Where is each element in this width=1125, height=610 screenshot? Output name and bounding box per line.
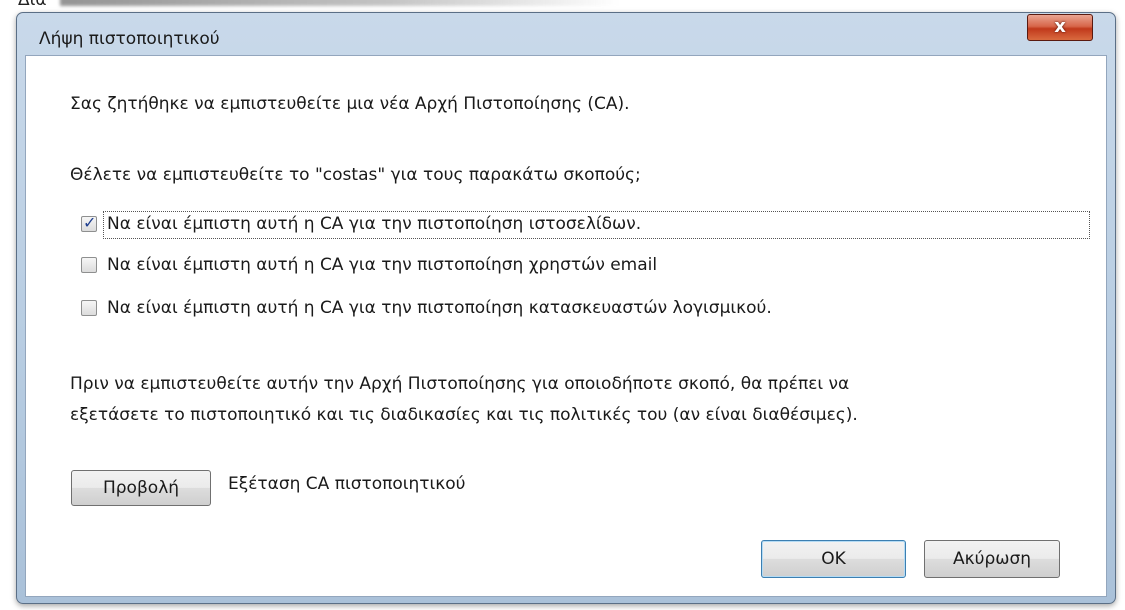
warning-line-1: Πριν να εμπιστευθείτε αυτήν την Αρχή Πισ… bbox=[70, 374, 850, 394]
checkmark-icon: ✓ bbox=[83, 213, 97, 232]
option-label: Να είναι έμπιστη αυτή η CA για την πιστο… bbox=[107, 255, 658, 275]
intro-text: Σας ζητήθηκε να εμπιστευθείτε μια νέα Αρ… bbox=[70, 94, 630, 114]
option-label: Να είναι έμπιστη αυτή η CA για την πιστο… bbox=[107, 214, 642, 234]
checkbox-software[interactable] bbox=[81, 300, 97, 316]
background-window-blur bbox=[60, 0, 620, 6]
warning-line-2: εξετάσετε το πιστοποιητικό και τις διαδι… bbox=[70, 405, 858, 425]
view-button[interactable]: Προβολή bbox=[71, 470, 211, 506]
option-label: Να είναι έμπιστη αυτή η CA για την πιστο… bbox=[107, 298, 772, 318]
close-button[interactable]: x bbox=[1027, 14, 1093, 41]
window-title: Λήψη πιστοποιητικού bbox=[39, 29, 220, 49]
background-window-text: Δια bbox=[18, 0, 47, 10]
close-icon: x bbox=[1054, 16, 1066, 37]
checkbox-email[interactable] bbox=[81, 257, 97, 273]
ok-button[interactable]: OK bbox=[761, 540, 906, 578]
cancel-button[interactable]: Ακύρωση bbox=[924, 540, 1060, 578]
trust-question: Θέλετε να εμπιστευθείτε το "costas" για … bbox=[70, 165, 641, 185]
dialog-content: Σας ζητήθηκε να εμπιστευθείτε μια νέα Αρ… bbox=[25, 55, 1107, 597]
view-caption: Εξέταση CA πιστοποιητικού bbox=[228, 474, 466, 494]
certificate-dialog: Λήψη πιστοποιητικού x Σας ζητήθηκε να εμ… bbox=[16, 12, 1116, 604]
checkbox-websites[interactable]: ✓ bbox=[81, 213, 97, 232]
